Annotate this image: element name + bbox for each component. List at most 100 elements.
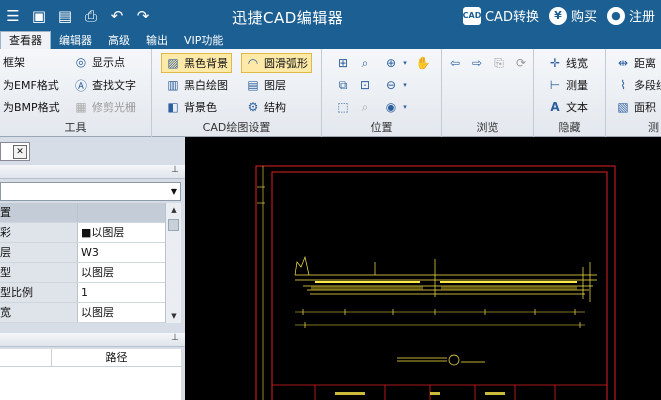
polyline-button[interactable]: ⌇ 多段线 bbox=[612, 75, 661, 95]
select-icon[interactable]: ⬚ bbox=[334, 98, 352, 116]
file-list[interactable] bbox=[0, 367, 181, 400]
file-list-columns: 路径 bbox=[0, 349, 181, 367]
bw-draw-icon: ▥ bbox=[167, 78, 179, 92]
refresh-icon[interactable]: ⟳ bbox=[512, 54, 530, 72]
layers-label: 图层 bbox=[264, 79, 286, 92]
zoom-extents-icon[interactable]: ⊡ bbox=[356, 76, 374, 94]
orbit-dropdown-icon[interactable]: ▾ bbox=[396, 98, 414, 116]
area-icon: ▧ bbox=[617, 100, 629, 114]
yen-icon: ¥ bbox=[548, 6, 567, 25]
register-label: 注册 bbox=[628, 10, 655, 25]
zoom-in-dropdown-icon[interactable]: ▾ bbox=[396, 54, 414, 72]
scroll-thumb[interactable] bbox=[168, 219, 179, 231]
tab-viewer[interactable]: 查看器 bbox=[0, 31, 51, 49]
property-value[interactable]: 以图层 bbox=[78, 303, 165, 322]
position-group-label: 位置 bbox=[370, 121, 393, 134]
pan-hand-icon[interactable]: ✋ bbox=[414, 54, 432, 72]
area-label: 面积 bbox=[634, 101, 656, 114]
property-value[interactable]: W3 bbox=[78, 243, 165, 262]
smooth-arc-button[interactable]: ◠ 圆滑弧形 bbox=[241, 53, 312, 73]
measure-group: ⇹ 距离 ⌇ 多段线 ▧ 面积 测 bbox=[606, 49, 661, 137]
bw-draw-label: 黑白绘图 bbox=[184, 79, 228, 92]
next-icon[interactable]: ⇨ bbox=[468, 54, 486, 72]
show-points-label: 显示点 bbox=[92, 56, 125, 69]
measure-group-label: 测 bbox=[648, 121, 659, 134]
magnifier-icon[interactable]: ⌕ bbox=[356, 98, 374, 116]
document-tab[interactable]: ✕ bbox=[0, 142, 30, 161]
property-value[interactable]: 以图层 bbox=[78, 263, 165, 282]
trim-raster-button[interactable]: ▦ 修剪光栅 bbox=[70, 97, 139, 117]
polyline-label: 多段线 bbox=[634, 79, 661, 92]
linewidth-button[interactable]: ✛ 线宽 bbox=[544, 53, 591, 73]
save-as-icon[interactable]: ▤ bbox=[52, 0, 78, 31]
distance-label: 距离 bbox=[634, 57, 656, 70]
register-button[interactable]: ● 注册 bbox=[606, 6, 655, 25]
copy-icon[interactable]: ⎘ bbox=[490, 54, 508, 72]
export-emf-button[interactable]: 为EMF格式 bbox=[0, 75, 62, 95]
property-value[interactable]: ■以图层 bbox=[78, 223, 165, 242]
color-swatch: ■ bbox=[81, 226, 92, 239]
menu-icon[interactable]: ☰ bbox=[0, 0, 26, 31]
property-row[interactable]: 彩 ■以图层 bbox=[0, 223, 165, 243]
title-text-mark bbox=[430, 392, 440, 395]
property-value bbox=[78, 203, 165, 222]
property-row[interactable]: 型比例 1 bbox=[0, 283, 165, 303]
tab-output[interactable]: 输出 bbox=[138, 32, 176, 49]
bw-draw-button[interactable]: ▥ 黑白绘图 bbox=[162, 75, 231, 95]
black-bg-button[interactable]: ▨ 黑色背景 bbox=[161, 53, 232, 73]
buy-button[interactable]: ¥ 购买 bbox=[548, 6, 597, 25]
measure-button[interactable]: ⊢ 测量 bbox=[544, 75, 591, 95]
title-text-mark bbox=[485, 392, 505, 395]
text-button[interactable]: A 文本 bbox=[544, 97, 591, 117]
close-icon[interactable]: ✕ bbox=[13, 144, 27, 159]
layers-button[interactable]: ▤ 图层 bbox=[242, 75, 289, 95]
tools-group-label: 工具 bbox=[64, 121, 87, 134]
bg-color-button[interactable]: ◧ 背景色 bbox=[162, 97, 220, 117]
scroll-up-icon[interactable]: ▲ bbox=[166, 203, 182, 217]
scroll-down-icon[interactable]: ▼ bbox=[166, 309, 182, 323]
tools-group: 框架 为EMF格式 为BMP格式 ◎ 显示点 Ⓐ 查找文字 ▦ 修剪光栅 工具 bbox=[0, 49, 152, 137]
chevron-down-icon: ▼ bbox=[170, 187, 177, 196]
linewidth-icon: ✛ bbox=[549, 56, 561, 70]
tab-editor[interactable]: 编辑器 bbox=[51, 32, 100, 49]
object-select-dropdown[interactable]: ▼ bbox=[0, 182, 181, 201]
distance-button[interactable]: ⇹ 距离 bbox=[612, 53, 659, 73]
cad-convert-button[interactable]: CAD CAD转换 bbox=[463, 6, 539, 25]
frame-button[interactable]: 框架 bbox=[0, 52, 28, 72]
zoom-fit-icon[interactable]: ⊞ bbox=[334, 54, 352, 72]
area-button[interactable]: ▧ 面积 bbox=[612, 97, 659, 117]
find-text-button[interactable]: Ⓐ 查找文字 bbox=[70, 75, 139, 95]
drawing-canvas[interactable] bbox=[185, 137, 661, 400]
cad-settings-group-label: CAD绘图设置 bbox=[202, 121, 271, 134]
undo-icon[interactable]: ↶ bbox=[104, 0, 130, 31]
column-path-header[interactable]: 路径 bbox=[52, 349, 181, 366]
pin-icon[interactable]: ⊥ bbox=[171, 165, 179, 175]
property-row[interactable]: 层 W3 bbox=[0, 243, 165, 263]
zoom-out-dropdown-icon[interactable]: ▾ bbox=[396, 76, 414, 94]
beam-elevation bbox=[294, 255, 597, 366]
cad-convert-label: CAD转换 bbox=[484, 10, 539, 25]
property-name: 型比例 bbox=[0, 283, 78, 302]
frame-label: 框架 bbox=[3, 56, 25, 69]
pin-icon[interactable]: ⊥ bbox=[171, 333, 179, 343]
structure-button[interactable]: ⚙ 结构 bbox=[242, 97, 289, 117]
print-icon[interactable]: ⎙ bbox=[78, 0, 104, 31]
export-emf-label: 为EMF格式 bbox=[3, 79, 59, 92]
tab-advanced[interactable]: 高级 bbox=[100, 32, 138, 49]
property-value[interactable]: 1 bbox=[78, 283, 165, 302]
properties-scrollbar[interactable]: ▲ ▼ bbox=[165, 203, 181, 323]
zoom-window-icon[interactable]: ⌕ bbox=[356, 54, 374, 72]
previous-icon[interactable]: ⇦ bbox=[446, 54, 464, 72]
ribbon-tabs: 查看器 编辑器 高级 输出 VIP功能 bbox=[0, 31, 661, 49]
property-row[interactable]: 型 以图层 bbox=[0, 263, 165, 283]
redo-icon[interactable]: ↷ bbox=[130, 0, 156, 31]
polyline-icon: ⌇ bbox=[620, 78, 626, 92]
property-row[interactable]: 宽 以图层 bbox=[0, 303, 165, 323]
column-name-header[interactable] bbox=[0, 349, 52, 366]
rotate-view-icon[interactable]: ⧉ bbox=[334, 76, 352, 94]
hide-group-label: 隐藏 bbox=[558, 121, 581, 134]
export-bmp-button[interactable]: 为BMP格式 bbox=[0, 97, 63, 117]
save-icon[interactable]: ▣ bbox=[26, 0, 52, 31]
show-points-button[interactable]: ◎ 显示点 bbox=[70, 52, 128, 72]
tab-vip[interactable]: VIP功能 bbox=[176, 32, 231, 49]
